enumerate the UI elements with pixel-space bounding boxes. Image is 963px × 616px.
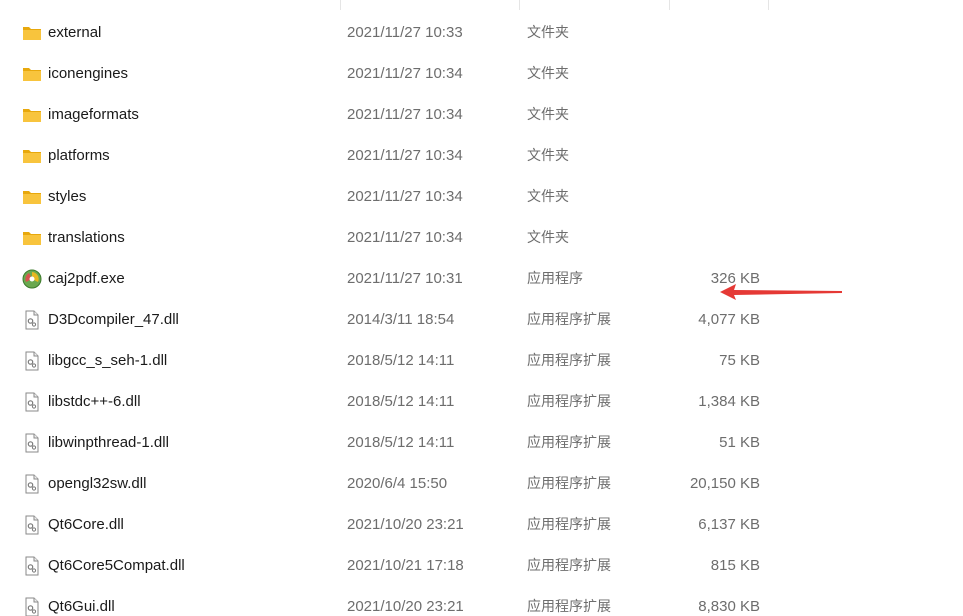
- table-row[interactable]: libgcc_s_seh-1.dll 2018/5/12 14:11 应用程序扩展 7…: [0, 340, 963, 381]
- file-type: 文件夹: [527, 147, 569, 164]
- file-size: 75 KB: [719, 351, 760, 369]
- file-date-modified: 2021/11/27 10:33: [347, 23, 463, 41]
- file-type: 文件夹: [527, 188, 569, 205]
- column-separator[interactable]: [669, 0, 670, 10]
- file-size: 1,384 KB: [698, 392, 760, 410]
- file-size: 815 KB: [710, 556, 760, 574]
- file-type: 应用程序扩展: [527, 352, 611, 369]
- dll-file-icon: [22, 351, 42, 371]
- table-row[interactable]: libwinpthread-1.dll 2018/5/12 14:11 应用程序扩展…: [0, 422, 963, 463]
- dll-file-icon: [22, 392, 42, 412]
- file-name: opengl32sw.dll: [48, 474, 147, 492]
- file-size: 4,077 KB: [698, 310, 760, 328]
- table-row[interactable]: Qt6Core5Compat.dll 2021/10/21 17:18 应用程序扩展…: [0, 545, 963, 586]
- file-name: libgcc_s_seh-1.dll: [48, 351, 168, 369]
- file-name: styles: [48, 187, 87, 205]
- file-type: 应用程序扩展: [527, 311, 611, 328]
- file-name: iconengines: [48, 64, 129, 82]
- column-separator[interactable]: [768, 0, 769, 10]
- file-type: 文件夹: [527, 24, 569, 41]
- folder-icon: [22, 105, 42, 125]
- column-separator[interactable]: [340, 0, 341, 10]
- file-type: 文件夹: [527, 106, 569, 123]
- dll-file-icon: [22, 310, 42, 330]
- file-name: imageformats: [48, 105, 139, 123]
- file-date-modified: 2021/10/21 17:18: [347, 556, 464, 574]
- dll-file-icon: [22, 474, 42, 494]
- file-name: libwinpthread-1.dll: [48, 433, 169, 451]
- file-name: D3Dcompiler_47.dll: [48, 310, 179, 328]
- table-row[interactable]: external 2021/11/27 10:33 文件夹: [0, 12, 963, 53]
- folder-icon: [22, 146, 42, 166]
- file-type: 应用程序: [527, 270, 583, 287]
- file-date-modified: 2021/11/27 10:34: [347, 187, 463, 205]
- file-size: 6,137 KB: [698, 515, 760, 533]
- file-name: external: [48, 23, 102, 41]
- file-date-modified: 2021/11/27 10:34: [347, 146, 463, 164]
- dll-file-icon: [22, 433, 42, 453]
- file-type: 应用程序扩展: [527, 557, 611, 574]
- table-row[interactable]: Qt6Gui.dll 2021/10/20 23:21 应用程序扩展 8,830 KB: [0, 586, 963, 616]
- folder-icon: [22, 187, 42, 207]
- folder-icon: [22, 64, 42, 84]
- file-date-modified: 2021/10/20 23:21: [347, 515, 464, 533]
- file-name: caj2pdf.exe: [48, 269, 125, 287]
- file-date-modified: 2021/11/27 10:31: [347, 269, 463, 287]
- table-row[interactable]: styles 2021/11/27 10:34 文件夹: [0, 176, 963, 217]
- table-row[interactable]: D3Dcompiler_47.dll 2014/3/11 18:54 应用程序扩展 4…: [0, 299, 963, 340]
- dll-file-icon: [22, 556, 42, 576]
- file-date-modified: 2014/3/11 18:54: [347, 310, 455, 328]
- file-name: Qt6Gui.dll: [48, 597, 115, 615]
- folder-icon: [22, 23, 42, 43]
- table-row[interactable]: imageformats 2021/11/27 10:34 文件夹: [0, 94, 963, 135]
- exe-app-icon: [22, 269, 42, 289]
- file-name: platforms: [48, 146, 110, 164]
- red-arrow-icon: [720, 284, 842, 300]
- file-date-modified: 2021/11/27 10:34: [347, 64, 463, 82]
- dll-file-icon: [22, 515, 42, 535]
- table-row[interactable]: Qt6Core.dll 2021/10/20 23:21 应用程序扩展 6,137 K…: [0, 504, 963, 545]
- file-type: 应用程序扩展: [527, 475, 611, 492]
- file-date-modified: 2021/10/20 23:21: [347, 597, 464, 615]
- file-type: 应用程序扩展: [527, 393, 611, 410]
- table-row[interactable]: translations 2021/11/27 10:34 文件夹: [0, 217, 963, 258]
- file-name: libstdc++-6.dll: [48, 392, 141, 410]
- table-row[interactable]: opengl32sw.dll 2020/6/4 15:50 应用程序扩展 20,150…: [0, 463, 963, 504]
- file-date-modified: 2021/11/27 10:34: [347, 105, 463, 123]
- file-date-modified: 2021/11/27 10:34: [347, 228, 463, 246]
- file-type: 应用程序扩展: [527, 516, 611, 533]
- file-type: 应用程序扩展: [527, 598, 611, 615]
- file-size: 8,830 KB: [698, 597, 760, 615]
- file-list: external 2021/11/27 10:33 文件夹 iconengines 20…: [0, 0, 963, 616]
- file-name: Qt6Core.dll: [48, 515, 124, 533]
- file-name: translations: [48, 228, 125, 246]
- file-type: 应用程序扩展: [527, 434, 611, 451]
- file-date-modified: 2020/6/4 15:50: [347, 474, 448, 492]
- dll-file-icon: [22, 597, 42, 616]
- file-date-modified: 2018/5/12 14:11: [347, 351, 455, 369]
- column-separator[interactable]: [519, 0, 520, 10]
- file-date-modified: 2018/5/12 14:11: [347, 433, 455, 451]
- table-row[interactable]: libstdc++-6.dll 2018/5/12 14:11 应用程序扩展 1,38…: [0, 381, 963, 422]
- file-size: 51 KB: [719, 433, 760, 451]
- file-date-modified: 2018/5/12 14:11: [347, 392, 455, 410]
- file-type: 文件夹: [527, 229, 569, 246]
- file-type: 文件夹: [527, 65, 569, 82]
- table-row[interactable]: platforms 2021/11/27 10:34 文件夹: [0, 135, 963, 176]
- file-name: Qt6Core5Compat.dll: [48, 556, 185, 574]
- table-row[interactable]: iconengines 2021/11/27 10:34 文件夹: [0, 53, 963, 94]
- file-size: 20,150 KB: [689, 474, 760, 492]
- folder-icon: [22, 228, 42, 248]
